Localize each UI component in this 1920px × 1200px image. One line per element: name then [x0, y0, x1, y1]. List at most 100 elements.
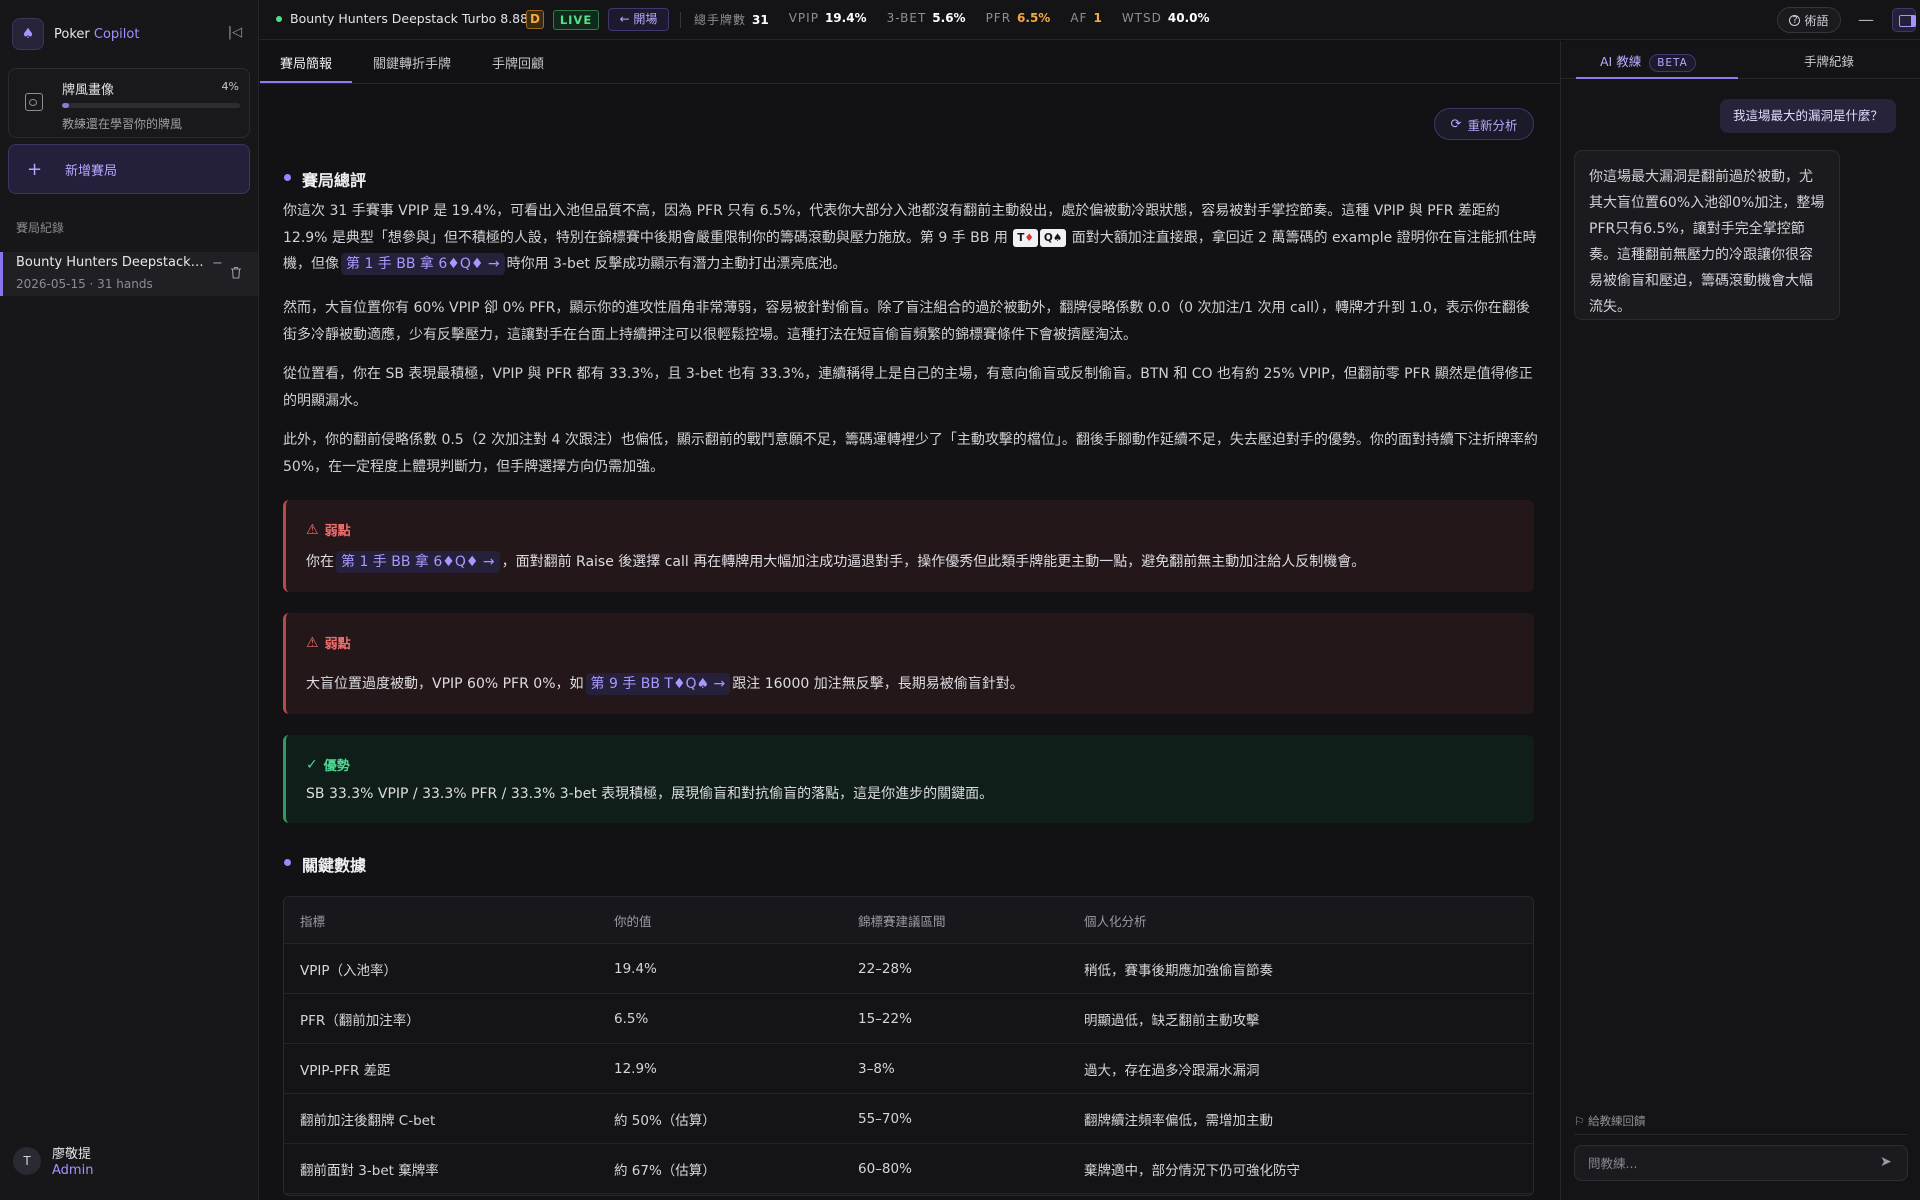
- table-cell: 過大，存在過多冷跟漏水漏洞: [1084, 1062, 1260, 1079]
- tab-briefing[interactable]: 賽局簡報: [280, 53, 332, 72]
- table-cell: 翻前面對 3-bet 棄牌率: [300, 1162, 439, 1179]
- table-cell: VPIP（入池率）: [300, 962, 397, 979]
- callout-title: 弱點: [324, 637, 351, 652]
- section-bullet: [284, 174, 291, 181]
- table-cell: 6.5%: [614, 1010, 649, 1027]
- table-header-cell: 個人化分析: [1084, 913, 1147, 929]
- profile-progress-bar: [62, 103, 240, 108]
- brand[interactable]: ♠ Poker Copilot: [12, 16, 139, 52]
- paragraph-text: 時你用 3-bet 反擊成功顯示有潛力主動打出漂亮底池。: [506, 256, 847, 272]
- table-cell: 稍低，賽事後期應加強偷盲節奏: [1084, 962, 1273, 979]
- trash-icon[interactable]: [230, 266, 242, 279]
- profile-card-icon: [25, 93, 43, 111]
- tab-label: AI 教練: [1600, 54, 1642, 69]
- open-button[interactable]: ← 開場: [608, 8, 669, 31]
- table-row: 翻前面對 3-bet 棄牌率 約 67%（估算） 60–80% 棄牌適中，部分情況下仍…: [284, 1144, 1533, 1194]
- table-header-cell: 指標: [300, 913, 326, 929]
- table-cell: 翻牌續注頻率偏低，需增加主動: [1084, 1112, 1273, 1129]
- callout-title: 優勢: [323, 759, 350, 774]
- stat-item: 總手牌數 31: [694, 11, 769, 28]
- tab-ai-coach[interactable]: AI 教練 BETA: [1600, 51, 1696, 72]
- profile-percent: 4%: [221, 80, 239, 93]
- glossary-label: 術語: [1804, 13, 1829, 28]
- feedback-label: 給教練回饋: [1587, 1114, 1646, 1128]
- glossary-button[interactable]: ? 術語: [1777, 7, 1841, 33]
- strength-callout: ✓ 優勢 SB 33.3% VPIP / 33.3% PFR / 33.3% 3-…: [283, 735, 1534, 823]
- reanalyze-button[interactable]: ⟳ 重新分析: [1434, 108, 1534, 140]
- collapse-sidebar-icon[interactable]: |◁: [226, 24, 244, 42]
- section-bullet: [284, 859, 291, 866]
- table-row: PFR（翻前加注率） 6.5% 15–22% 明顯過低，缺乏翻前主動攻擊: [284, 994, 1533, 1044]
- stat-value: 40.0%: [1167, 11, 1210, 25]
- reanalyze-label: 重新分析: [1467, 117, 1518, 133]
- tab-hand-history[interactable]: 手牌紀錄: [1804, 51, 1854, 70]
- callout-header: ⚠ 弱點: [306, 520, 351, 540]
- tab-key-hands[interactable]: 關鍵轉折手牌: [373, 53, 451, 72]
- minus-icon[interactable]: −: [212, 256, 223, 271]
- sidebar: ♠ Poker Copilot |◁ 牌風畫像 4% 教練還在學習你的牌風 + …: [0, 0, 259, 1200]
- divider: [680, 12, 681, 28]
- table-cell: 12.9%: [614, 1060, 657, 1077]
- table-header-row: 指標 你的值 錦標賽建議區間 個人化分析: [284, 897, 1533, 944]
- new-game-label: 新增賽局: [65, 163, 118, 179]
- game-history-label: 賽局紀錄: [16, 221, 65, 235]
- new-game-button[interactable]: + 新增賽局: [8, 144, 250, 194]
- table-cell: PFR（翻前加注率）: [300, 1012, 420, 1029]
- table-row: VPIP（入池率） 19.4% 22–28% 稍低，賽事後期應加強偷盲節奏: [284, 944, 1533, 994]
- table-cell: 棄牌適中，部分情況下仍可強化防守: [1084, 1162, 1300, 1179]
- session-item[interactable]: Bounty Hunters Deepstack ... 2026-05-15 …: [0, 252, 258, 296]
- dealer-badge: D: [526, 10, 544, 29]
- callout-header: ⚠ 弱點: [306, 633, 351, 653]
- callout-text: 你在: [306, 554, 334, 570]
- stat-item: VPIP 19.4%: [789, 11, 867, 28]
- card-suit: ♦: [1024, 231, 1034, 244]
- table-row: VPIP-PFR 差距 12.9% 3–8% 過大，存在過多冷跟漏水漏洞: [284, 1044, 1533, 1094]
- session-meta: 2026-05-15 · 31 hands: [16, 277, 153, 291]
- stat-key: 3-BET: [886, 11, 927, 25]
- stat-key: 總手牌數: [694, 13, 747, 27]
- summary-paragraph-3: 從位置看，你在 SB 表現最積極，VPIP 與 PFR 都有 33.3%，且 3…: [283, 366, 1533, 409]
- active-tab-indicator: [1576, 77, 1738, 79]
- card-rank: Q: [1043, 231, 1053, 244]
- key-data-title: 關鍵數據: [302, 856, 367, 875]
- tab-hand-review[interactable]: 手牌回顧: [492, 53, 544, 72]
- hand-link[interactable]: 第 9 手 BB T♦Q♠ →: [585, 673, 731, 695]
- play-style-profile-card[interactable]: 牌風畫像 4% 教練還在學習你的牌風: [8, 68, 250, 138]
- plus-icon: +: [27, 158, 43, 180]
- stat-key: AF: [1070, 11, 1088, 25]
- toggle-panel-icon[interactable]: [1892, 8, 1916, 32]
- table-header-cell: 錦標賽建議區間: [858, 913, 946, 929]
- stats-bar: 總手牌數 31 VPIP 19.4% 3-BET 5.6% PFR 6.5% AF 1 WTSD 40…: [694, 11, 1230, 28]
- chat-input[interactable]: [1574, 1145, 1908, 1181]
- hand-link[interactable]: 第 1 手 BB 拿 6♦Q♦ →: [336, 551, 500, 573]
- table-cell: VPIP-PFR 差距: [300, 1062, 391, 1079]
- stat-key: PFR: [985, 11, 1012, 25]
- callout-text: 跟注 16000 加注無反擊，長期易被偷盲針對。: [732, 676, 1024, 692]
- summary-paragraph-4: 此外，你的翻前侵略係數 0.5（2 次加注對 4 次跟注）也偏低，顯示翻前的戰鬥…: [283, 432, 1538, 475]
- callout-header: ✓ 優勢: [306, 755, 350, 775]
- live-status-dot: [276, 16, 282, 22]
- minimize-icon[interactable]: —: [1858, 10, 1874, 29]
- user-role: Admin: [52, 1163, 94, 1178]
- send-icon[interactable]: ➤: [1880, 1154, 1892, 1170]
- table-cell: 55–70%: [858, 1110, 912, 1127]
- stat-key: VPIP: [788, 11, 819, 25]
- card-suit: ♠: [1052, 231, 1063, 244]
- main-tabs: 賽局簡報 關鍵轉折手牌 手牌回顧: [260, 41, 1560, 84]
- hand-link[interactable]: 第 1 手 BB 拿 6♦Q♦ →: [341, 253, 505, 275]
- summary-title: 賽局總評: [302, 171, 367, 190]
- ai-message: 你這場最大漏洞是翻前過於被動，尤其大盲位置60%入池卻0%加注，整場PFR只有6…: [1574, 150, 1840, 320]
- warning-icon: ⚠: [306, 521, 319, 538]
- question-icon: ?: [1789, 14, 1801, 26]
- feedback-link[interactable]: ⚐ 給教練回饋: [1574, 1113, 1645, 1129]
- table-cell: 明顯過低，缺乏翻前主動攻擊: [1084, 1012, 1260, 1029]
- callout-body: 大盲位置過度被動，VPIP 60% PFR 0%，如第 9 手 BB T♦Q♠ …: [306, 671, 1024, 697]
- refresh-icon: ⟳: [1450, 116, 1462, 132]
- brand-name: Poker Copilot: [54, 26, 140, 42]
- active-tab-indicator: [260, 81, 352, 83]
- stat-item: WTSD 40.0%: [1122, 11, 1210, 28]
- user-message: 我這場最大的漏洞是什麼？: [1719, 99, 1896, 133]
- weakness-callout: ⚠ 弱點 大盲位置過度被動，VPIP 60% PFR 0%，如第 9 手 BB T…: [283, 613, 1534, 714]
- beta-badge: BETA: [1649, 54, 1696, 72]
- stat-item: 3-BET 5.6%: [887, 11, 966, 28]
